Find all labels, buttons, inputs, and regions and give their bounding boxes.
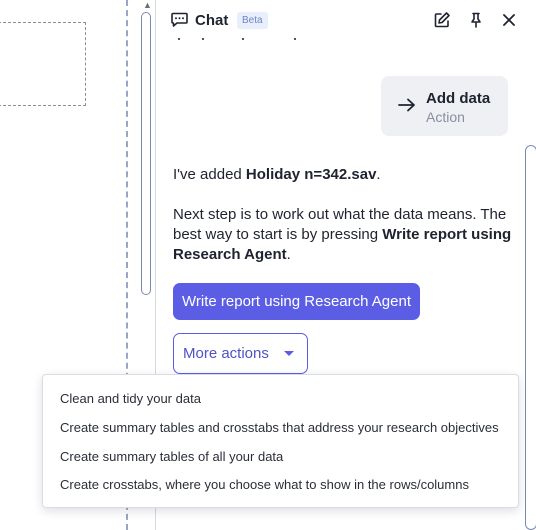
chat-header: Chat Beta <box>156 0 536 40</box>
more-actions-button[interactable]: More actions <box>173 333 308 374</box>
menu-item-custom-crosstabs[interactable]: Create crosstabs, where you choose what … <box>60 477 469 492</box>
message-text: . <box>286 246 291 263</box>
action-subtitle: Action <box>426 109 465 125</box>
close-icon[interactable] <box>500 11 518 29</box>
write-report-button[interactable]: Write report using Research Agent <box>173 283 421 320</box>
chevron-down-icon <box>284 351 294 356</box>
menu-item-summary-tables[interactable]: Create summary tables of all your data <box>60 449 283 464</box>
scrolled-content-edge <box>178 38 298 44</box>
chat-bubble-icon <box>171 12 188 27</box>
scroll-up-arrow-icon[interactable]: ▲ <box>143 0 152 10</box>
canvas-placeholder-box <box>0 22 86 106</box>
more-actions-menu: Clean and tidy your data Create summary … <box>42 374 519 508</box>
add-data-action-card[interactable]: Add data Action <box>381 76 508 136</box>
pin-icon[interactable] <box>467 11 485 29</box>
message-text: . <box>376 166 381 183</box>
action-title: Add data <box>426 90 491 107</box>
more-actions-label: More actions <box>183 345 269 362</box>
assistant-message-next-step: Next step is to work out what the data m… <box>173 205 518 265</box>
message-text: I've added <box>173 166 246 183</box>
arrow-right-icon <box>398 98 415 112</box>
file-name: Holiday n=342.sav <box>245 166 377 183</box>
assistant-message-added: I've added Holiday n=342.sav. <box>173 165 518 185</box>
chat-scrollbar[interactable] <box>525 145 536 530</box>
canvas-scrollbar[interactable] <box>141 12 151 295</box>
beta-badge: Beta <box>237 12 268 29</box>
menu-item-clean-data[interactable]: Clean and tidy your data <box>60 391 201 406</box>
edit-icon[interactable] <box>433 11 451 29</box>
menu-item-summary-and-crosstabs[interactable]: Create summary tables and crosstabs that… <box>60 420 499 435</box>
chat-title: Chat <box>195 12 229 29</box>
